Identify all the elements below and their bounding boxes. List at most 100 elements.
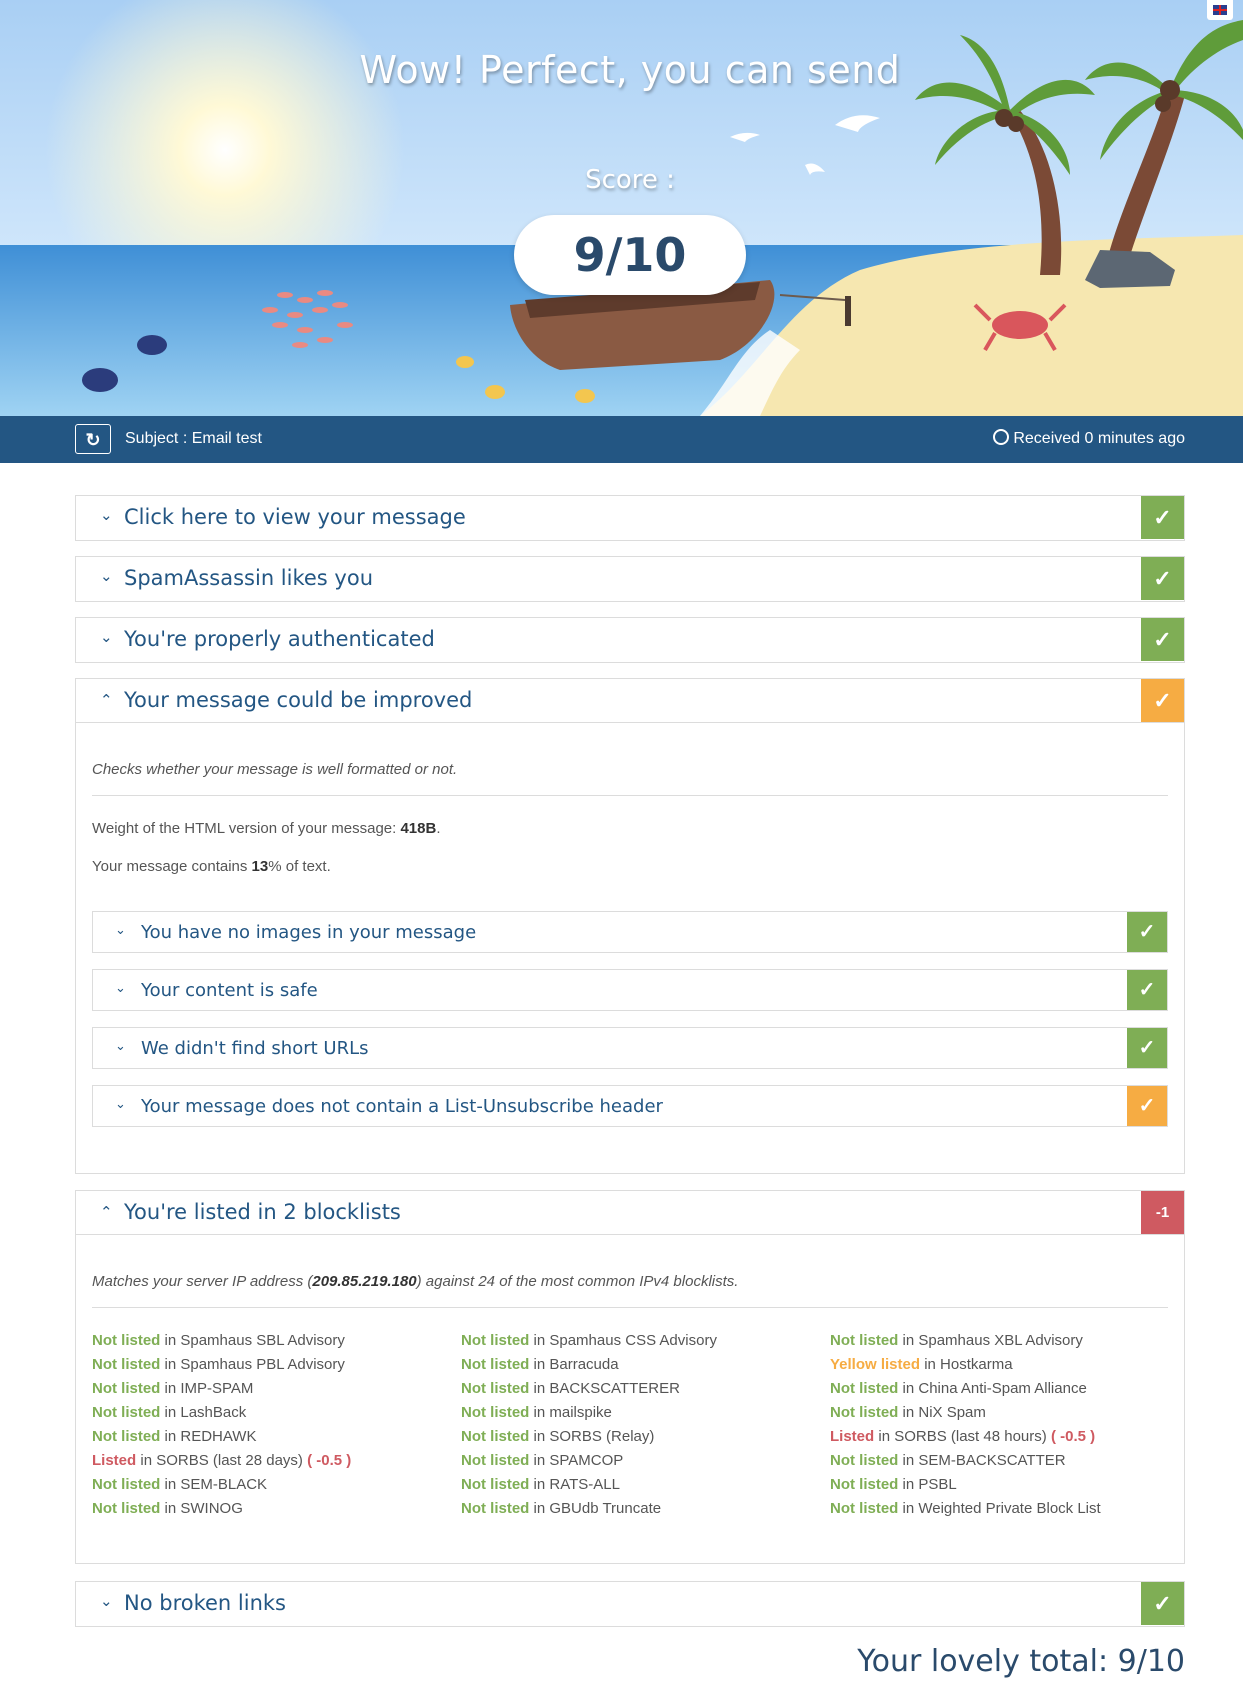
in-text: in [898,1452,919,1469]
blocklist-name: REDHAWK [180,1428,257,1445]
score-value: 9/10 [514,215,746,295]
in-text: in [898,1476,919,1493]
clock-icon [993,429,1010,445]
desc-prefix: Matches your server IP address ( [92,1273,313,1290]
check-title: You have no images in your message [141,922,477,943]
chevron-down-icon: ⌄ [115,1038,126,1053]
desc-suffix: ) against 24 of the most common IPv4 blo… [416,1273,739,1290]
panel-header[interactable]: ⌃ Your message could be improved ✓ [76,679,1184,723]
server-ip: 209.85.219.180 [312,1273,417,1290]
panel-broken-links[interactable]: ⌄ No broken links ✓ [75,1581,1185,1627]
blocklist-row: Not listed in REDHAWK [92,1425,351,1449]
blocklist-name: mailspike [549,1404,612,1421]
hero-banner: Wow! Perfect, you can send Score : 9/10 [0,0,1243,416]
in-text: in [529,1404,550,1421]
panel-header[interactable]: ⌄ SpamAssassin likes you ✓ [76,557,1184,601]
in-text: in [160,1332,181,1349]
panel-title: Your message could be improved [124,688,473,712]
in-text: in [529,1428,550,1445]
panel-title: Click here to view your message [124,505,466,529]
panel-view-message[interactable]: ⌄ Click here to view your message ✓ [75,495,1185,541]
blocklist-name: Spamhaus XBL Advisory [918,1332,1083,1349]
message-info-bar: ↻ Subject : Email test Received 0 minute… [0,416,1243,463]
blocklist-name: GBUdb Truncate [549,1500,662,1517]
blocklist-row: Not listed in PSBL [830,1473,1101,1497]
check-title: Your message does not contain a List-Uns… [141,1096,663,1117]
blocklist-row: Not listed in Spamhaus PBL Advisory [92,1353,351,1377]
in-text: in [529,1452,550,1469]
received-text: Received 0 minutes ago [1013,430,1185,447]
blocklist-status: Not listed [92,1380,161,1397]
blocklist-row: Not listed in BACKSCATTERER [461,1377,717,1401]
weight-value: 418B [400,820,437,837]
weight-suffix: . [436,820,441,837]
blocklist-status: Not listed [461,1500,530,1517]
formatting-description: Checks whether your message is well form… [92,761,1168,796]
check-short-urls[interactable]: ⌄ We didn't find short URLs ✓ [92,1027,1168,1069]
panel-header[interactable]: ⌃ You're listed in 2 blocklists -1 [76,1191,1184,1235]
chevron-down-icon: ⌄ [100,629,113,646]
in-text: in [529,1476,550,1493]
blocklist-status: Not listed [92,1428,161,1445]
blocklist-row: Not listed in Spamhaus CSS Advisory [461,1329,717,1353]
blocklist-row: Not listed in Spamhaus XBL Advisory [830,1329,1101,1353]
blocklist-name: PSBL [918,1476,957,1493]
language-flag-icon[interactable] [1207,0,1233,20]
check-list-unsubscribe[interactable]: ⌄ Your message does not contain a List-U… [92,1085,1168,1127]
panel-header[interactable]: ⌄ Click here to view your message ✓ [76,496,1184,540]
panel-title: You're properly authenticated [124,627,435,651]
text-ratio-value: 13 [251,858,269,875]
blocklist-description: Matches your server IP address (209.85.2… [92,1273,1168,1308]
blocklist-row: Not listed in Spamhaus SBL Advisory [92,1329,351,1353]
blocklist-status: Not listed [461,1332,530,1349]
blocklist-row: Not listed in SORBS (Relay) [461,1425,717,1449]
panel-header[interactable]: ⌄ You're properly authenticated ✓ [76,618,1184,662]
blocklist-status: Not listed [830,1404,899,1421]
blocklist-status: Listed [92,1452,137,1469]
blocklist-row: Not listed in NiX Spam [830,1401,1101,1425]
blocklist-name: RATS-ALL [549,1476,620,1493]
text-ratio-label: Your message contains [92,858,252,875]
subject-text: Subject : Email test [125,430,262,447]
chevron-down-icon: ⌄ [100,1593,113,1610]
total-score: Your lovely total: 9/10 [857,1644,1185,1679]
blocklist-name: SPAMCOP [549,1452,624,1469]
in-text: in [898,1380,919,1397]
text-ratio-line: Your message contains 13% of text. [92,858,1168,875]
chevron-down-icon: ⌄ [100,568,113,585]
check-icon: ✓ [1141,679,1184,722]
blocklist-row: Not listed in SPAMCOP [461,1449,717,1473]
check-images[interactable]: ⌄ You have no images in your message ✓ [92,911,1168,953]
check-content-safe[interactable]: ⌄ Your content is safe ✓ [92,969,1168,1011]
panel-spamassassin[interactable]: ⌄ SpamAssassin likes you ✓ [75,556,1185,602]
chevron-down-icon: ⌄ [115,922,126,937]
blocklist-name: NiX Spam [918,1404,986,1421]
panel-header[interactable]: ⌄ No broken links ✓ [76,1582,1184,1626]
in-text: in [920,1356,941,1373]
blocklist-status: Not listed [92,1332,161,1349]
in-text: in [160,1404,181,1421]
blocklist-name: SORBS (last 48 hours) [894,1428,1047,1445]
panel-authentication[interactable]: ⌄ You're properly authenticated ✓ [75,617,1185,663]
check-icon: ✓ [1127,970,1167,1010]
blocklist-column: Not listed in Spamhaus SBL Advisory Not l… [92,1329,351,1521]
score-label: Score : [585,165,675,195]
blocklist-status: Not listed [461,1404,530,1421]
blocklist-name: Hostkarma [940,1356,1013,1373]
blocklist-name: Spamhaus PBL Advisory [180,1356,345,1373]
refresh-button[interactable]: ↻ [75,424,111,454]
blocklist-status: Not listed [830,1332,899,1349]
check-icon: ✓ [1141,1582,1184,1625]
blocklist-status: Listed [830,1428,875,1445]
blocklist-name: SWINOG [180,1500,243,1517]
blocklist-name: SEM-BLACK [180,1476,268,1493]
hero-title: Wow! Perfect, you can send [359,48,901,92]
check-title: We didn't find short URLs [141,1038,369,1059]
in-text: in [874,1428,895,1445]
in-text: in [160,1356,181,1373]
blocklist-penalty: ( -0.5 ) [1050,1428,1096,1445]
blocklist-row: Not listed in GBUdb Truncate [461,1497,717,1521]
blocklist-status: Not listed [461,1476,530,1493]
check-icon: ✓ [1127,1086,1167,1126]
blocklist-row: Not listed in SEM-BLACK [92,1473,351,1497]
